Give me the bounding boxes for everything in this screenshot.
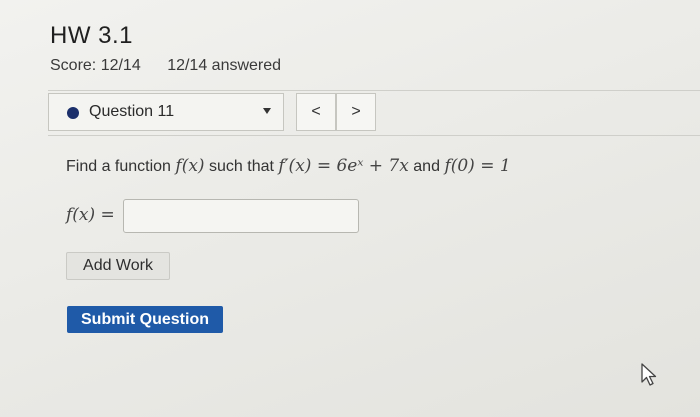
question-select[interactable]: Question 11 bbox=[48, 93, 284, 131]
assignment-title: HW 3.1 bbox=[50, 22, 134, 49]
question-and: and bbox=[413, 158, 440, 175]
next-question-button[interactable]: > bbox=[336, 93, 376, 131]
add-work-button[interactable]: Add Work bbox=[66, 252, 170, 280]
question-select-label: Question 11 bbox=[89, 103, 175, 120]
score-line: Score: 12/14 12/14 answered bbox=[50, 57, 303, 75]
question-status-dot-icon bbox=[67, 107, 79, 119]
answer-label: f(x) = bbox=[66, 205, 115, 225]
answer-input[interactable] bbox=[123, 199, 359, 233]
caret-down-icon bbox=[263, 108, 271, 114]
submit-question-button[interactable]: Submit Question bbox=[67, 306, 223, 333]
score-text: Score: 12/14 bbox=[50, 57, 141, 74]
math-derivative: f′(x) = 6eˣ + 7x bbox=[278, 156, 409, 176]
math-fx: f(x) bbox=[175, 156, 205, 176]
question-prefix: Find a function bbox=[66, 158, 171, 175]
math-initial-condition: f(0) = 1 bbox=[444, 156, 511, 176]
mouse-pointer-icon bbox=[641, 363, 657, 386]
question-navigation: Question 11 < > bbox=[48, 90, 700, 136]
question-text: Find a function f(x) such that f′(x) = 6… bbox=[66, 156, 511, 176]
answered-count: 12/14 answered bbox=[167, 57, 282, 74]
previous-question-button[interactable]: < bbox=[296, 93, 336, 131]
question-such-that: such that bbox=[209, 158, 274, 175]
